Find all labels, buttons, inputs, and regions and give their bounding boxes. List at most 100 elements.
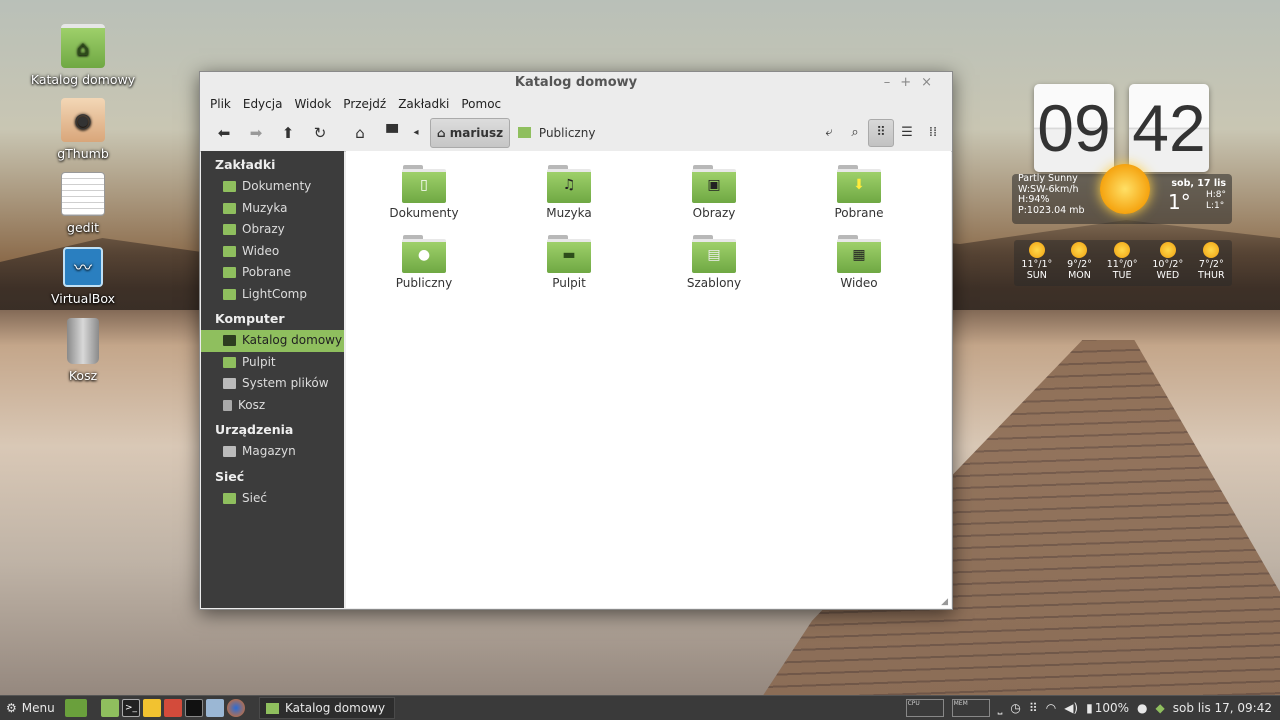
sidebar-item-siec[interactable]: Sieć	[201, 488, 344, 510]
software-launcher-icon[interactable]	[164, 699, 182, 717]
volume-icon[interactable]: ◀)	[1064, 701, 1078, 715]
forward-arrow-icon[interactable]: ➡	[240, 119, 272, 147]
resize-grip-icon[interactable]: ◢	[941, 597, 948, 607]
network-icon	[223, 492, 236, 504]
sidebar-item-system-plikow[interactable]: System plików	[201, 373, 344, 395]
file-item-wideo[interactable]: ▦ Wideo	[799, 235, 919, 290]
sidebar-item-katalog-domowy[interactable]: Katalog domowy	[201, 330, 344, 352]
update-icon[interactable]: ◷	[1010, 701, 1020, 715]
folder-icon	[223, 181, 236, 193]
forecast-temps: 9°/2°	[1067, 259, 1092, 270]
weather-low: L:1°	[1205, 201, 1225, 211]
desktop-icon-gthumb[interactable]: ◉ gThumb	[23, 98, 143, 161]
menu-plik[interactable]: Plik	[204, 94, 237, 114]
weather-sun-icon	[1100, 164, 1150, 214]
menubar: Plik Edycja Widok Przejdź Zakładki Pomoc	[200, 94, 952, 114]
gedit-notepad-icon	[61, 172, 105, 216]
folder-icon: ●	[402, 235, 446, 273]
maximize-button[interactable]: +	[900, 75, 921, 90]
sidebar-item-label: Wideo	[242, 243, 280, 258]
icon-view-icon[interactable]: ⠿	[868, 118, 894, 147]
up-arrow-icon[interactable]: ⬆	[272, 119, 304, 147]
virtualbox-icon: 〰	[63, 247, 103, 287]
file-item-pulpit[interactable]: ▬ Pulpit	[509, 235, 629, 290]
terminal-launcher-icon[interactable]: >_	[122, 699, 140, 717]
sidebar-item-muzyka[interactable]: Muzyka	[201, 198, 344, 220]
file-label: Wideo	[840, 276, 878, 290]
sidebar-item-label: System plików	[242, 376, 329, 390]
sun-icon	[1203, 242, 1220, 258]
sun-icon	[1114, 242, 1131, 258]
file-item-szablony[interactable]: ▤ Szablony	[654, 235, 774, 290]
folder-icon	[266, 702, 279, 714]
clock-widget: 09 42 Partly Sunny W:SW-6km/h H:94% P:10…	[1012, 84, 1232, 224]
sidebar-item-wideo[interactable]: Wideo	[201, 241, 344, 263]
weather-humidity: H:94%	[1018, 194, 1050, 205]
menu-widok[interactable]: Widok	[288, 94, 337, 114]
forecast-day: 11°/1° SUN	[1021, 240, 1052, 286]
sidebar-item-lightcomp[interactable]: LightComp	[201, 284, 344, 306]
screenshot-launcher-icon[interactable]	[206, 699, 224, 717]
home-icon[interactable]: ⌂	[344, 119, 376, 147]
sidebar-heading: Sieć	[215, 468, 245, 484]
chat-icon[interactable]: ●	[1137, 701, 1147, 715]
console-launcher-icon[interactable]	[185, 699, 203, 717]
menu-button[interactable]: ⚙ Menu	[0, 701, 62, 715]
breadcrumb-mariusz[interactable]: ⌂ mariusz	[430, 117, 511, 148]
sidebar-heading: Zakładki	[215, 157, 276, 172]
compact-view-icon[interactable]: ⁞⁞	[920, 119, 946, 147]
forecast-temps: 11°/0°	[1106, 259, 1138, 270]
folder-icon	[223, 245, 236, 257]
reload-icon[interactable]: ↻	[304, 119, 336, 147]
show-desktop-icon[interactable]	[65, 699, 87, 717]
memory-monitor[interactable]: MEM	[951, 699, 990, 717]
folder-icon: ▦	[837, 235, 881, 273]
sidebar-item-pulpit[interactable]: Pulpit	[201, 352, 344, 374]
battery-icon[interactable]: ▮	[1086, 701, 1093, 715]
clock-hours: 09	[1034, 84, 1114, 172]
breadcrumb-publiczny[interactable]: Publiczny	[510, 126, 603, 140]
cpu-monitor[interactable]: CPU	[905, 699, 944, 717]
template-icon: ▤	[707, 247, 721, 263]
keyboard-icon[interactable]: ⎵	[998, 701, 1003, 716]
taskbar-item-katalog-domowy[interactable]: Katalog domowy	[259, 697, 395, 719]
sidebar-item-pobrane[interactable]: Pobrane	[201, 262, 344, 284]
close-button[interactable]: ×	[921, 75, 942, 90]
minimize-button[interactable]: –	[884, 75, 901, 90]
wifi-icon[interactable]: ◠	[1046, 701, 1056, 715]
desktop-icon-gedit[interactable]: gedit	[23, 172, 143, 235]
file-item-pobrane[interactable]: ⬇ Pobrane	[799, 165, 919, 220]
desktop-icon-trash[interactable]: Kosz	[23, 318, 143, 383]
menu-edycja[interactable]: Edycja	[237, 94, 289, 114]
back-arrow-icon[interactable]: ⬅	[208, 119, 240, 147]
gedit-launcher-icon[interactable]	[143, 699, 161, 717]
files-launcher-icon[interactable]	[101, 699, 119, 717]
menu-przejdz[interactable]: Przejdź	[337, 94, 392, 114]
file-item-dokumenty[interactable]: ▯ Dokumenty	[364, 165, 484, 220]
menu-pomoc[interactable]: Pomoc	[455, 94, 507, 114]
file-item-muzyka[interactable]: ♫ Muzyka	[509, 165, 629, 220]
file-item-obrazy[interactable]: ▣ Obrazy	[654, 165, 774, 220]
picture-icon: ▣	[707, 177, 721, 193]
shield-icon[interactable]: ◆	[1156, 701, 1165, 715]
file-item-publiczny[interactable]: ● Publiczny	[364, 235, 484, 290]
apps-grid-icon[interactable]: ⠿	[1029, 701, 1038, 715]
folder-icon: ▯	[402, 165, 446, 203]
desktop-icon-virtualbox[interactable]: 〰 VirtualBox	[23, 247, 143, 306]
forecast-day-name: WED	[1156, 270, 1180, 281]
breadcrumb-left-icon[interactable]: ◂	[408, 119, 424, 147]
sidebar-item-magazyn[interactable]: Magazyn	[201, 441, 344, 463]
sidebar-item-obrazy[interactable]: Obrazy	[201, 219, 344, 241]
sidebar-item-kosz[interactable]: Kosz	[201, 395, 344, 417]
window-titlebar[interactable]: Katalog domowy –+×	[200, 72, 952, 94]
panel-clock[interactable]: sob lis 17, 09:42	[1173, 701, 1272, 715]
menu-zakladki[interactable]: Zakładki	[392, 94, 455, 114]
forecast-day: 10°/2° WED	[1152, 240, 1183, 286]
computer-icon[interactable]: ▀	[376, 119, 408, 147]
desktop-icon-home[interactable]: ⌂ Katalog domowy	[23, 24, 143, 87]
search-icon[interactable]: ⌕	[842, 119, 868, 147]
sidebar-item-dokumenty[interactable]: Dokumenty	[201, 176, 344, 198]
list-view-icon[interactable]: ☰	[894, 119, 920, 147]
firefox-launcher-icon[interactable]	[227, 699, 245, 717]
toggle-location-icon[interactable]: ⤶	[816, 119, 842, 147]
